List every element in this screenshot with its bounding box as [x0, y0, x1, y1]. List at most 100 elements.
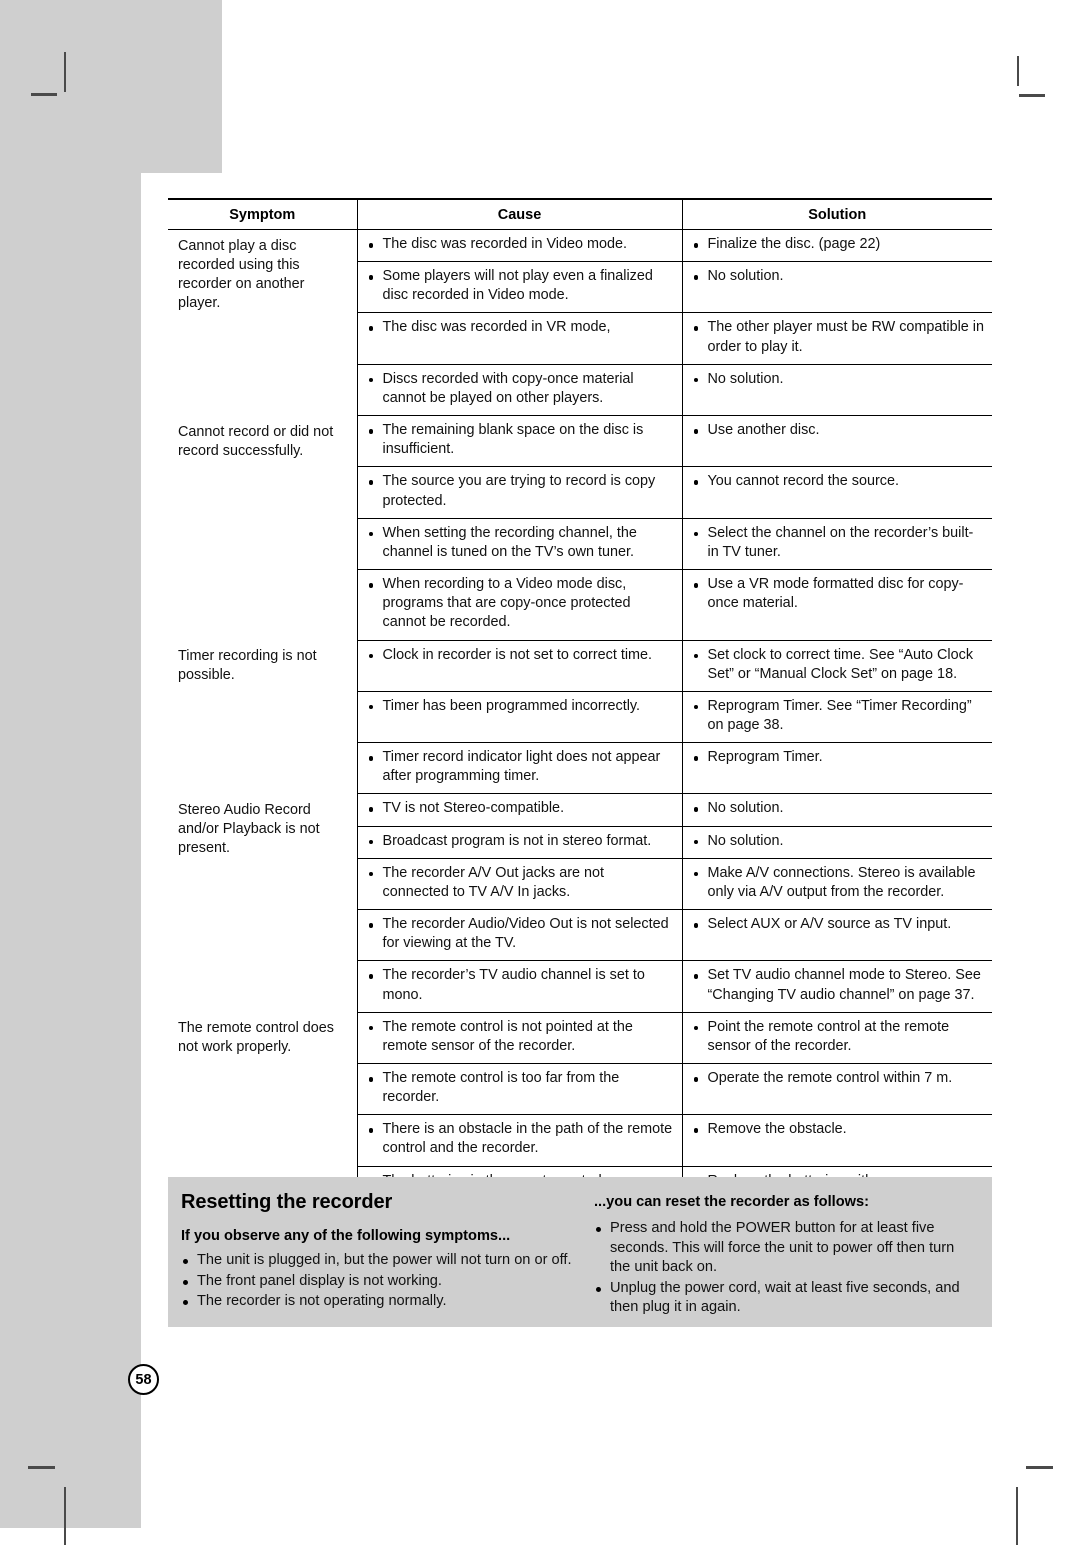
list-item: Point the remote control at the remote s… [693, 1018, 985, 1056]
list-item: No solution. [693, 799, 985, 818]
solution-cell: Reprogram Timer. [682, 742, 992, 795]
solution-cell-list: Reprogram Timer. See “Timer Recording” o… [693, 697, 985, 735]
solution-cell: Operate the remote control within 7 m. [682, 1063, 992, 1116]
crop-mark-bottom-right-vertical [1016, 1487, 1018, 1545]
cause-cell-list: The remote control is too far from the r… [368, 1069, 674, 1107]
solution-cell-list: Use a VR mode formatted disc for copy-on… [693, 575, 985, 613]
solution-cell-list: Point the remote control at the remote s… [693, 1018, 985, 1056]
cause-cell-list: The disc was recorded in VR mode, [368, 318, 674, 337]
cause-cell: The remaining blank space on the disc is… [357, 415, 683, 468]
solution-cell-list: Finalize the disc. (page 22) [693, 235, 985, 254]
cause-cell-list: When setting the recording channel, the … [368, 524, 674, 562]
symptom-cell: Stereo Audio Record and/or Playback is n… [168, 793, 358, 1013]
solution-cell-list: Make A/V connections. Stereo is availabl… [693, 864, 985, 902]
cause-cell-list: There is an obstacle in the path of the … [368, 1120, 674, 1158]
solution-cell-list: Reprogram Timer. [693, 748, 985, 767]
cause-cell-list: Timer record indicator light does not ap… [368, 748, 674, 786]
list-item: The disc was recorded in Video mode. [368, 235, 674, 254]
column-header-solution: Solution [682, 198, 992, 230]
solution-cell-list: No solution. [693, 799, 985, 818]
cause-cell: Discs recorded with copy-once material c… [357, 364, 683, 417]
solution-cell-list: Set clock to correct time. See “Auto Clo… [693, 646, 985, 684]
cause-cell: Clock in recorder is not set to correct … [357, 640, 683, 692]
solution-cell: No solution. [682, 261, 992, 314]
solution-cell: Use another disc. [682, 415, 992, 468]
reset-steps-subtitle: ...you can reset the recorder as follows… [594, 1194, 869, 1210]
solution-cell: You cannot record the source. [682, 466, 992, 519]
cause-cell: When setting the recording channel, the … [357, 518, 683, 571]
solution-cell-list: Set TV audio channel mode to Stereo. See… [693, 966, 985, 1004]
list-item: When recording to a Video mode disc, pro… [368, 575, 674, 632]
solution-cell-list: Select AUX or A/V source as TV input. [693, 915, 985, 934]
list-item: Press and hold the POWER button for at l… [594, 1219, 978, 1278]
list-item: Use another disc. [693, 421, 985, 440]
cause-cell: There is an obstacle in the path of the … [357, 1114, 683, 1167]
list-item: Timer has been programmed incorrectly. [368, 697, 674, 716]
list-item: The disc was recorded in VR mode, [368, 318, 674, 337]
list-item: Operate the remote control within 7 m. [693, 1069, 985, 1088]
cause-cell: When recording to a Video mode disc, pro… [357, 569, 683, 641]
list-item: The recorder A/V Out jacks are not conne… [368, 864, 674, 902]
cause-cell: Some players will not play even a finali… [357, 261, 683, 314]
cause-cell-list: The recorder A/V Out jacks are not conne… [368, 864, 674, 902]
solution-cell: Select AUX or A/V source as TV input. [682, 909, 992, 962]
solution-cell: No solution. [682, 793, 992, 827]
reset-steps-column: ...you can reset the recorder as follows… [594, 1177, 992, 1327]
list-item: Clock in recorder is not set to correct … [368, 646, 674, 665]
list-item: Set TV audio channel mode to Stereo. See… [693, 966, 985, 1004]
list-item: The front panel display is not working. [181, 1272, 584, 1292]
table-header: Symptom Cause Solution [168, 198, 992, 230]
list-item: Some players will not play even a finali… [368, 267, 674, 305]
list-item: The recorder is not operating normally. [181, 1292, 584, 1312]
solution-cell-list: You cannot record the source. [693, 472, 985, 491]
cause-cell-list: TV is not Stereo-compatible. [368, 799, 674, 818]
crop-mark-top-left-horizontal [31, 93, 57, 96]
cause-cell: The remote control is too far from the r… [357, 1063, 683, 1116]
list-item: Select the channel on the recorder’s bui… [693, 524, 985, 562]
table-row: The remote control does not work properl… [168, 1012, 992, 1218]
cause-cell-list: The disc was recorded in Video mode. [368, 235, 674, 254]
solution-cell: Finalize the disc. (page 22) [682, 229, 992, 263]
list-item: No solution. [693, 370, 985, 389]
list-item: The remote control is too far from the r… [368, 1069, 674, 1107]
list-item: Finalize the disc. (page 22) [693, 235, 985, 254]
table-row: Cannot play a disc recorded using this r… [168, 229, 992, 416]
column-header-symptom: Symptom [168, 198, 358, 230]
cause-cell-list: The remaining blank space on the disc is… [368, 421, 674, 459]
cause-cell: The recorder A/V Out jacks are not conne… [357, 858, 683, 911]
reset-steps-list: Press and hold the POWER button for at l… [594, 1219, 978, 1318]
list-item: Reprogram Timer. [693, 748, 985, 767]
reset-symptoms-list: The unit is plugged in, but the power wi… [181, 1251, 584, 1312]
cause-cell: Timer has been programmed incorrectly. [357, 691, 683, 744]
crop-mark-bottom-left-vertical [64, 1487, 66, 1545]
list-item: Set clock to correct time. See “Auto Clo… [693, 646, 985, 684]
page-content: Symptom Cause Solution Cannot play a dis… [168, 198, 992, 1219]
list-item: Reprogram Timer. See “Timer Recording” o… [693, 697, 985, 735]
cause-cell: Broadcast program is not in stereo forma… [357, 826, 683, 859]
list-item: No solution. [693, 832, 985, 851]
crop-mark-top-left-vertical [64, 52, 66, 92]
solution-cell-list: Operate the remote control within 7 m. [693, 1069, 985, 1088]
list-item: Discs recorded with copy-once material c… [368, 370, 674, 408]
table-body: Cannot play a disc recorded using this r… [168, 229, 992, 1219]
solution-cell-list: Use another disc. [693, 421, 985, 440]
cause-cell-list: The recorder’s TV audio channel is set t… [368, 966, 674, 1004]
cause-cell: Timer record indicator light does not ap… [357, 742, 683, 795]
cause-cell: TV is not Stereo-compatible. [357, 793, 683, 827]
troubleshooting-table: Symptom Cause Solution Cannot play a dis… [168, 198, 992, 1219]
list-item: The source you are trying to record is c… [368, 472, 674, 510]
solution-cell-list: No solution. [693, 832, 985, 851]
symptom-cell: Cannot record or did not record successf… [168, 415, 358, 640]
cause-cell-list: Timer has been programmed incorrectly. [368, 697, 674, 716]
cause-cell-list: The recorder Audio/Video Out is not sele… [368, 915, 674, 953]
solution-cell-list: Remove the obstacle. [693, 1120, 985, 1139]
list-item: The recorder’s TV audio channel is set t… [368, 966, 674, 1004]
solution-cell: Reprogram Timer. See “Timer Recording” o… [682, 691, 992, 744]
crop-mark-bottom-right-horizontal [1026, 1466, 1053, 1469]
table-row: Stereo Audio Record and/or Playback is n… [168, 793, 992, 1013]
list-item: Remove the obstacle. [693, 1120, 985, 1139]
solution-cell: The other player must be RW compatible i… [682, 312, 992, 365]
cause-cell: The disc was recorded in Video mode. [357, 229, 683, 263]
list-item: You cannot record the source. [693, 472, 985, 491]
symptom-cell: Cannot play a disc recorded using this r… [168, 229, 358, 416]
